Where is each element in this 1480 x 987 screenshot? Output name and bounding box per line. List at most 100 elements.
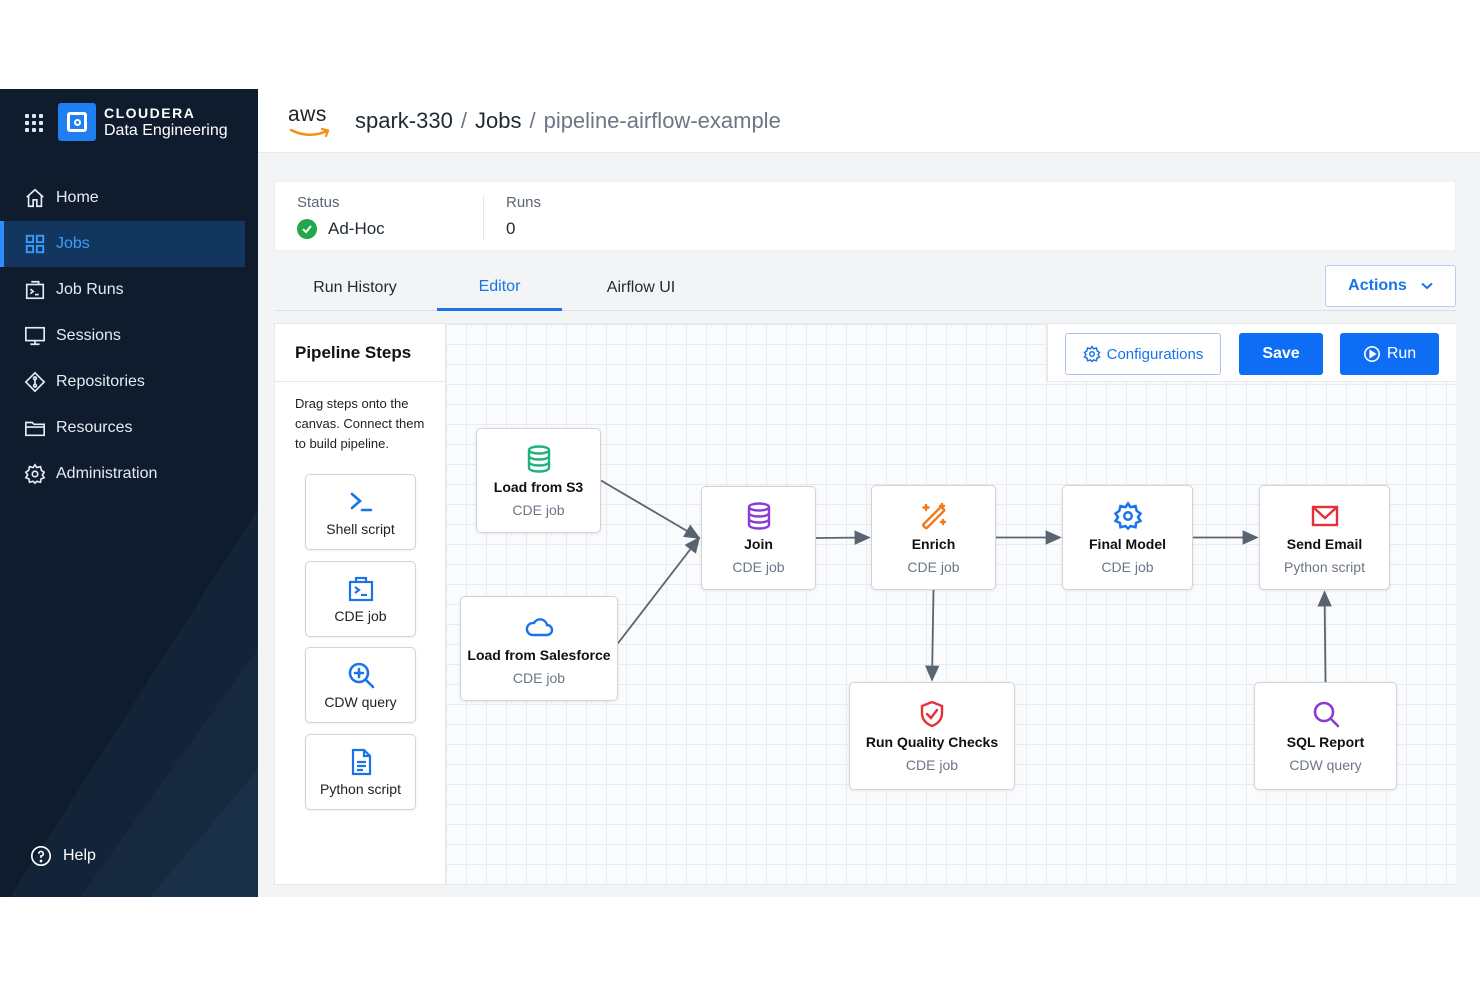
steps-panel-description: Drag steps onto the canvas. Connect them… xyxy=(295,396,425,451)
node-title: Join xyxy=(744,536,773,552)
pipeline-node-load-from-salesforce[interactable]: Load from Salesforce CDE job xyxy=(460,596,618,701)
sidebar-item-label: Home xyxy=(56,189,99,206)
tab-run-history[interactable]: Run History xyxy=(296,265,414,311)
sidebar-item-repositories[interactable]: Repositories xyxy=(0,359,258,405)
breadcrumb-jobs[interactable]: Jobs xyxy=(475,108,521,134)
actions-label: Actions xyxy=(1348,277,1407,294)
sidebar: CLOUDERA Data Engineering Home Jobs Job … xyxy=(0,89,258,897)
help-link[interactable]: Help xyxy=(30,845,96,867)
step-tile-cdw-query[interactable]: CDW query xyxy=(305,647,416,723)
pipeline-edge-load-salesforce-to-join xyxy=(617,536,701,644)
node-type: CDE job xyxy=(905,757,959,773)
sidebar-item-label: Administration xyxy=(56,465,158,482)
database-icon xyxy=(747,502,770,530)
status-label: Status xyxy=(297,194,340,211)
run-label: Run xyxy=(1386,345,1417,362)
runs-label: Runs xyxy=(506,194,542,211)
pipeline-node-load-from-s3[interactable]: Load from S3 CDE job xyxy=(476,428,601,533)
cloud-icon xyxy=(525,617,554,636)
node-type: CDW query xyxy=(1289,757,1362,773)
sidebar-item-label: Sessions xyxy=(56,327,121,344)
database-icon xyxy=(527,444,550,473)
success-check-icon xyxy=(297,219,317,239)
job-tabs: Run History Editor Airflow UI Actions xyxy=(274,265,1456,311)
brand-product: Data Engineering xyxy=(104,121,228,139)
tab-editor[interactable]: Editor xyxy=(437,265,562,311)
editor-toolbar: Configurations Save Run xyxy=(1047,324,1456,382)
search-icon xyxy=(1313,701,1339,728)
sidebar-item-label: Resources xyxy=(56,419,133,436)
step-tile-label: Shell script xyxy=(326,521,395,537)
sidebar-item-home[interactable]: Home xyxy=(0,175,258,221)
node-type: Python script xyxy=(1284,558,1365,575)
status-value: Ad-Hoc xyxy=(328,219,385,238)
cloudera-logo xyxy=(58,103,96,141)
step-tile-label: Python script xyxy=(320,781,401,797)
gear-icon xyxy=(24,463,46,485)
save-button[interactable]: Save xyxy=(1239,333,1323,375)
grid-icon xyxy=(25,234,45,254)
configurations-button[interactable]: Configurations xyxy=(1065,333,1221,375)
node-title: Run Quality Checks xyxy=(865,734,999,750)
terminal-prompt-icon xyxy=(350,492,372,512)
node-title: Send Email xyxy=(1286,535,1363,552)
app-switcher-icon[interactable] xyxy=(22,111,44,133)
help-label: Help xyxy=(63,847,96,864)
shield-check-icon xyxy=(920,700,944,728)
steps-panel-title: Pipeline Steps xyxy=(275,324,445,382)
sidebar-item-job-runs[interactable]: Job Runs xyxy=(0,267,258,313)
app-root: CLOUDERA Data Engineering Home Jobs Job … xyxy=(0,89,1480,897)
node-type: CDE job xyxy=(512,669,566,686)
help-icon xyxy=(31,846,51,866)
aws-logo: aws xyxy=(288,101,332,141)
node-type: CDE job xyxy=(732,559,785,575)
pipeline-node-enrich[interactable]: Enrich CDE job xyxy=(871,485,996,590)
terminal-icon xyxy=(25,280,45,300)
sidebar-item-resources[interactable]: Resources xyxy=(0,405,258,451)
sidebar-item-sessions[interactable]: Sessions xyxy=(0,313,258,359)
pipeline-canvas[interactable]: Configurations Save Run Load from S3 CDE… xyxy=(446,324,1456,884)
step-tile-label: CDE job xyxy=(334,608,387,624)
diamond-icon xyxy=(24,371,46,393)
brand: CLOUDERA Data Engineering xyxy=(22,103,228,141)
sidebar-item-jobs[interactable]: Jobs xyxy=(0,221,245,267)
node-title: Enrich xyxy=(911,535,956,552)
pipeline-node-join[interactable]: Join CDE job xyxy=(701,486,816,590)
cde-job-icon xyxy=(348,576,373,602)
breadcrumb: spark-330 / Jobs / pipeline-airflow-exam… xyxy=(355,108,781,134)
job-status-card: Status Ad-Hoc Runs 0 xyxy=(274,181,1456,251)
sidebar-item-label: Jobs xyxy=(56,235,90,252)
node-type: CDE job xyxy=(512,501,565,518)
magic-wand-icon xyxy=(921,502,946,529)
step-tile-python-script[interactable]: Python script xyxy=(305,734,416,810)
monitor-icon xyxy=(25,326,45,346)
pipeline-edge-sql-report-to-send-email xyxy=(1317,590,1332,683)
pipeline-edge-join-to-enrich xyxy=(815,530,871,545)
pipeline-editor: Pipeline Steps Drag steps onto the canva… xyxy=(274,323,1456,885)
step-tile-cde-job[interactable]: CDE job xyxy=(305,561,416,637)
runs-block: Runs 0 xyxy=(506,194,541,239)
status-divider xyxy=(483,196,484,240)
step-tile-shell-script[interactable]: Shell script xyxy=(305,474,416,550)
pipeline-node-send-email[interactable]: Send Email Python script xyxy=(1259,485,1390,590)
node-type: CDE job xyxy=(1101,558,1154,575)
run-button[interactable]: Run xyxy=(1340,333,1439,375)
pipeline-steps-panel: Pipeline Steps Drag steps onto the canva… xyxy=(275,324,446,884)
home-icon xyxy=(26,188,44,208)
breadcrumb-separator: / xyxy=(529,107,536,133)
aws-smile-icon xyxy=(289,127,330,137)
top-header: aws spark-330 / Jobs / pipeline-airflow-… xyxy=(258,89,1480,153)
breadcrumb-current-job: pipeline-airflow-example xyxy=(543,107,781,133)
search-query-icon xyxy=(348,662,374,689)
pipeline-node-sql-report[interactable]: SQL Report CDW query xyxy=(1254,682,1397,790)
chevron-down-icon xyxy=(1421,282,1433,290)
runs-value: 0 xyxy=(506,219,516,238)
sidebar-item-administration[interactable]: Administration xyxy=(0,451,258,497)
breadcrumb-cluster[interactable]: spark-330 xyxy=(355,108,453,134)
node-title: SQL Report xyxy=(1286,734,1365,750)
tab-airflow-ui[interactable]: Airflow UI xyxy=(590,265,692,311)
actions-dropdown[interactable]: Actions xyxy=(1325,265,1456,307)
sidebar-item-label: Job Runs xyxy=(56,281,124,298)
pipeline-node-final-model[interactable]: Final Model CDE job xyxy=(1062,485,1193,590)
pipeline-node-run-quality-checks[interactable]: Run Quality Checks CDE job xyxy=(849,682,1015,790)
